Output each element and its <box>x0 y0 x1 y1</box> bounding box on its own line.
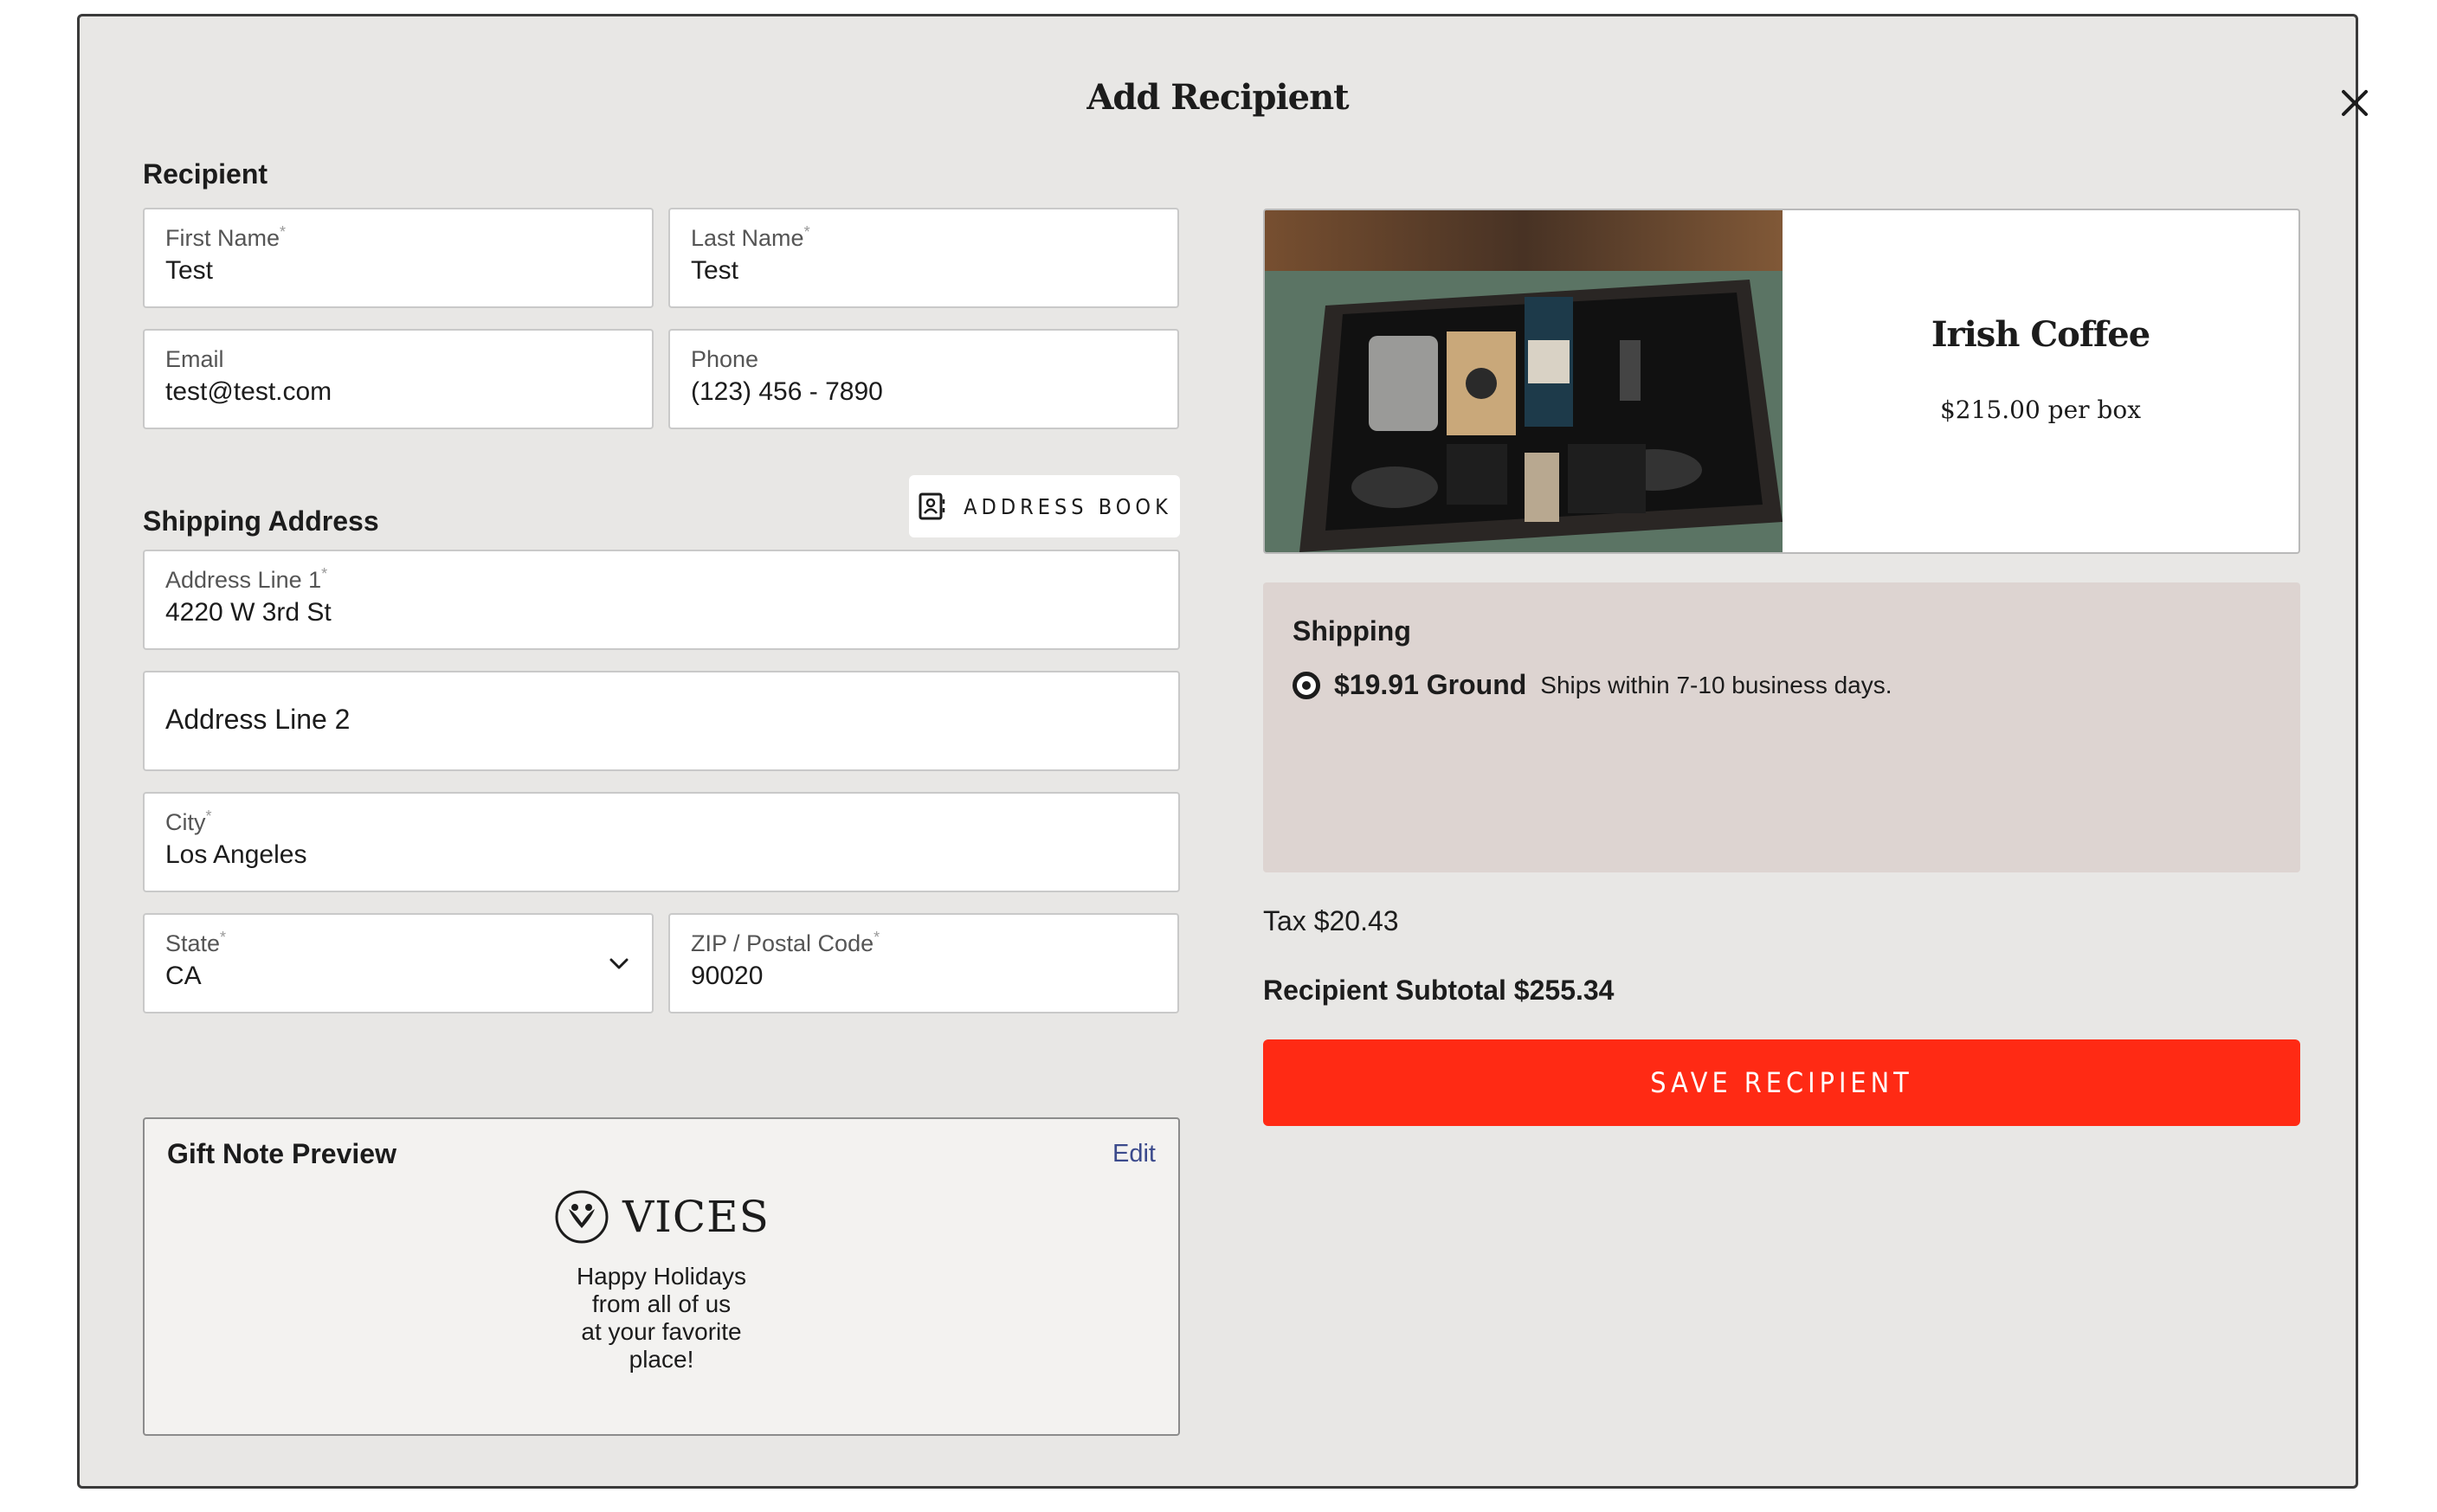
required-mark: * <box>321 565 328 582</box>
required-mark: * <box>205 807 212 825</box>
radio-selected-icon[interactable] <box>1293 671 1320 699</box>
tax-line: Tax $20.43 <box>1263 905 1399 936</box>
email-field[interactable]: Email test@test.com <box>143 329 654 429</box>
modal-title: Add Recipient <box>1086 77 1349 118</box>
gift-note-edit-link[interactable]: Edit <box>1112 1140 1156 1168</box>
last-name-label: Last Name* <box>691 223 810 252</box>
chevron-down-icon <box>609 958 629 969</box>
zip-value: 90020 <box>691 962 764 990</box>
city-label: City* <box>165 807 212 836</box>
shipping-option-price: $19.91 Ground <box>1334 669 1527 700</box>
product-image <box>1265 210 1783 552</box>
shipping-panel: Shipping $19.91 Ground Ships within 7-10… <box>1263 582 2300 872</box>
city-label-text: City <box>165 809 206 835</box>
gift-note-heading: Gift Note Preview <box>167 1138 396 1169</box>
state-label-text: State <box>165 930 221 956</box>
gift-note-line: Happy Holidays <box>576 1263 747 1290</box>
required-mark: * <box>220 929 227 946</box>
last-name-field[interactable]: Last Name* Test <box>668 208 1179 308</box>
save-recipient-button[interactable]: SAVE RECIPIENT <box>1263 1039 2300 1126</box>
close-icon[interactable] <box>2333 81 2376 125</box>
first-name-value: Test <box>165 256 214 285</box>
email-value: test@test.com <box>165 377 332 406</box>
shipping-heading: Shipping <box>1293 615 1411 647</box>
brand-wordmark: VICES <box>622 1192 770 1242</box>
email-label: Email <box>165 346 224 372</box>
zip-label-text: ZIP / Postal Code <box>691 930 874 956</box>
recipient-subtotal: Recipient Subtotal $255.34 <box>1263 975 1615 1006</box>
address-line1-label: Address Line 1* <box>165 565 328 594</box>
product-name: Irish Coffee <box>1931 314 2150 355</box>
address-line1-value: 4220 W 3rd St <box>165 598 332 627</box>
gift-note-preview: Gift Note Preview Edit VICES Happy Holid… <box>143 1117 1180 1436</box>
shipping-option-ground[interactable]: $19.91 Ground Ships within 7-10 business… <box>1293 669 1892 701</box>
product-price: $215.00 per box <box>1939 396 2142 424</box>
state-select[interactable]: State* CA <box>143 913 654 1013</box>
zip-label: ZIP / Postal Code* <box>691 929 880 957</box>
required-mark: * <box>874 929 880 946</box>
last-name-label-text: Last Name <box>691 225 804 251</box>
product-card: Irish Coffee $215.00 per box <box>1263 209 2300 554</box>
recipient-section-label: Recipient <box>143 158 268 190</box>
required-mark: * <box>803 223 810 241</box>
address-book-icon <box>919 492 945 520</box>
last-name-value: Test <box>691 256 739 285</box>
gift-note-message: Happy Holidays from all of us at your fa… <box>145 1263 1178 1374</box>
phone-field[interactable]: Phone (123) 456 - 7890 <box>668 329 1179 429</box>
phone-label: Phone <box>691 346 759 372</box>
city-field[interactable]: City* Los Angeles <box>143 792 1180 892</box>
first-name-label-text: First Name <box>165 225 280 251</box>
zip-field[interactable]: ZIP / Postal Code* 90020 <box>668 913 1179 1013</box>
address-line2-field[interactable]: Address Line 2 <box>143 671 1180 771</box>
state-label: State* <box>165 929 227 957</box>
first-name-label: First Name* <box>165 223 287 252</box>
brand-logo: VICES <box>145 1188 1178 1245</box>
address-book-button[interactable]: ADDRESS BOOK <box>909 475 1180 537</box>
address-line1-field[interactable]: Address Line 1* 4220 W 3rd St <box>143 550 1180 650</box>
gift-note-line: at your favorite <box>581 1318 742 1345</box>
address-line1-label-text: Address Line 1 <box>165 567 322 593</box>
shipping-address-section-label: Shipping Address <box>143 505 379 537</box>
address-book-label: ADDRESS BOOK <box>964 493 1172 519</box>
required-mark: * <box>280 223 287 241</box>
shipping-option-desc: Ships within 7-10 business days. <box>1540 671 1892 698</box>
vices-logo-icon <box>555 1190 609 1244</box>
gift-note-line: place! <box>629 1346 694 1373</box>
address-line2-placeholder: Address Line 2 <box>165 704 351 735</box>
city-value: Los Angeles <box>165 840 307 869</box>
add-recipient-modal: Add Recipient Recipient First Name* Test… <box>77 14 2368 1489</box>
first-name-field[interactable]: First Name* Test <box>143 208 654 308</box>
phone-value: (123) 456 - 7890 <box>691 377 883 406</box>
state-value: CA <box>165 962 202 990</box>
gift-note-line: from all of us <box>591 1290 732 1317</box>
